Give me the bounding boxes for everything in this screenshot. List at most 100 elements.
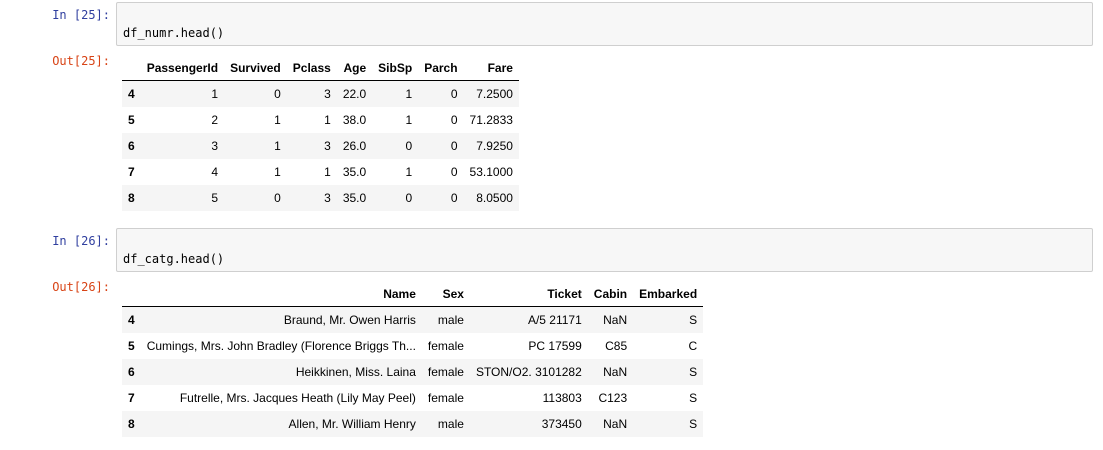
column-header: Name <box>140 281 422 307</box>
table-cell: 0 <box>405 138 413 153</box>
table-cell: Cumings, Mrs. John Bradley (Florence Bri… <box>146 338 416 353</box>
table-cell: 0 <box>274 86 281 101</box>
table-cell: C <box>688 338 698 353</box>
output-prompt: Out[25]: <box>52 54 110 68</box>
table-row: 4 1 0 3 22.0 1 0 7.2500 <box>122 80 519 107</box>
table-cell: 3 <box>324 190 331 205</box>
table-cell: 7.9250 <box>476 138 513 153</box>
table-cell: 7.2500 <box>476 86 513 101</box>
column-header: Sex <box>421 281 470 307</box>
header-row: Name Sex Ticket Cabin Embarked <box>122 281 704 307</box>
column-header: Embarked <box>633 281 704 307</box>
table-cell: 0 <box>450 164 458 179</box>
table-cell: 0 <box>450 138 458 153</box>
table-cell: 35.0 <box>342 164 367 179</box>
table-cell: 373450 <box>541 416 582 431</box>
table-cell: 1 <box>405 86 413 101</box>
table-cell: 22.0 <box>342 86 367 101</box>
dataframe-table-categorical: Name Sex Ticket Cabin Embarked 4 Braund, Mr. … <box>122 281 704 437</box>
table-cell: female <box>427 364 464 379</box>
table-cell: 38.0 <box>342 112 367 127</box>
table-cell: 1 <box>405 112 413 127</box>
table-cell: female <box>427 338 464 353</box>
row-index: 5 <box>128 338 135 353</box>
table-cell: 1 <box>274 138 281 153</box>
table-cell: 0 <box>450 112 458 127</box>
column-header: Age <box>336 55 373 81</box>
column-header: Fare <box>463 55 519 81</box>
code-text[interactable]: df_numr.head() <box>123 26 224 40</box>
table-cell: NaN <box>603 364 628 379</box>
index-header <box>122 281 141 307</box>
code-input-area[interactable]: df_numr.head() <box>116 2 1093 46</box>
table-row: 6 3 1 3 26.0 0 0 7.9250 <box>122 132 519 159</box>
table-cell: male <box>437 416 464 431</box>
row-index: 4 <box>128 86 135 101</box>
table-cell: S <box>689 416 698 431</box>
table-cell: S <box>689 390 698 405</box>
table-row: 5 2 1 1 38.0 1 0 71.2833 <box>122 107 519 133</box>
table-row: 8 Allen, Mr. William Henry male 373450 NaN S <box>122 410 704 437</box>
row-index: 7 <box>128 164 135 179</box>
output-prompt: Out[26]: <box>52 280 110 294</box>
header-row: PassengerId Survived Pclass Age SibSp Parch Fa… <box>122 55 519 81</box>
table-cell: 3 <box>324 138 331 153</box>
table-cell: 26.0 <box>342 138 367 153</box>
table-cell: S <box>689 364 698 379</box>
code-text[interactable]: df_catg.head() <box>123 252 224 266</box>
column-header: Survived <box>224 55 287 81</box>
table-cell: C123 <box>598 390 628 405</box>
column-header: Pclass <box>286 55 337 81</box>
table-cell: Allen, Mr. William Henry <box>288 416 416 431</box>
table-cell: 1 <box>274 112 281 127</box>
column-header: Cabin <box>587 281 634 307</box>
table-cell: 0 <box>450 190 458 205</box>
row-index: 5 <box>128 112 135 127</box>
code-input-area[interactable]: df_catg.head() <box>116 228 1093 272</box>
table-row: 4 Braund, Mr. Owen Harris male A/5 21171 NaN… <box>122 306 704 333</box>
row-index: 8 <box>128 190 135 205</box>
table-cell: 1 <box>211 86 219 101</box>
table-cell: Braund, Mr. Owen Harris <box>283 312 416 327</box>
column-header: PassengerId <box>140 55 225 81</box>
table-cell: 0 <box>450 86 458 101</box>
table-cell: Heikkinen, Miss. Laina <box>295 364 416 379</box>
table-cell: 3 <box>211 138 219 153</box>
table-row: 7 Futrelle, Mrs. Jacques Heath (Lily May … <box>122 385 703 411</box>
table-cell: 0 <box>405 190 413 205</box>
table-cell: 1 <box>274 164 281 179</box>
table-row: 8 5 0 3 35.0 0 0 8.0500 <box>122 184 519 211</box>
table-cell: S <box>689 312 698 327</box>
table-cell: 4 <box>211 164 219 179</box>
row-index: 7 <box>128 390 135 405</box>
table-row: 5 Cumings, Mrs. John Bradley (Florence Br… <box>122 333 703 359</box>
table-cell: 71.2833 <box>469 112 513 127</box>
table-cell: 35.0 <box>342 190 367 205</box>
table-cell: Futrelle, Mrs. Jacques Heath (Lily May P… <box>179 390 416 405</box>
notebook-cell-25[interactable]: In [25]: df_numr.head() Out[25]: Passeng… <box>0 0 1103 220</box>
table-cell: 8.0500 <box>476 190 513 205</box>
table-cell: STON/O2. 3101282 <box>475 364 582 379</box>
table-cell: male <box>437 312 464 327</box>
row-index: 6 <box>128 364 135 379</box>
row-index: 8 <box>128 416 135 431</box>
table-cell: NaN <box>603 312 628 327</box>
table-cell: 3 <box>324 86 331 101</box>
input-prompt: In [26]: <box>52 234 110 248</box>
input-prompt: In [25]: <box>52 8 110 22</box>
table-cell: C85 <box>605 338 628 353</box>
table-cell: 0 <box>274 190 281 205</box>
table-cell: 113803 <box>542 390 582 405</box>
table-cell: 53.1000 <box>469 164 513 179</box>
table-cell: NaN <box>603 416 628 431</box>
table-cell: PC 17599 <box>528 338 582 353</box>
notebook-cell-26[interactable]: In [26]: df_catg.head() Out[26]: Name Sex… <box>0 226 1103 450</box>
table-cell: female <box>427 390 464 405</box>
column-header: Ticket <box>469 281 588 307</box>
row-index: 4 <box>128 312 135 327</box>
table-row: 6 Heikkinen, Miss. Laina female STON/O2. 31… <box>122 358 704 385</box>
column-header: SibSp <box>372 55 419 81</box>
column-header: Parch <box>418 55 464 81</box>
row-index: 6 <box>128 138 135 153</box>
table-cell: A/5 21171 <box>527 312 582 327</box>
